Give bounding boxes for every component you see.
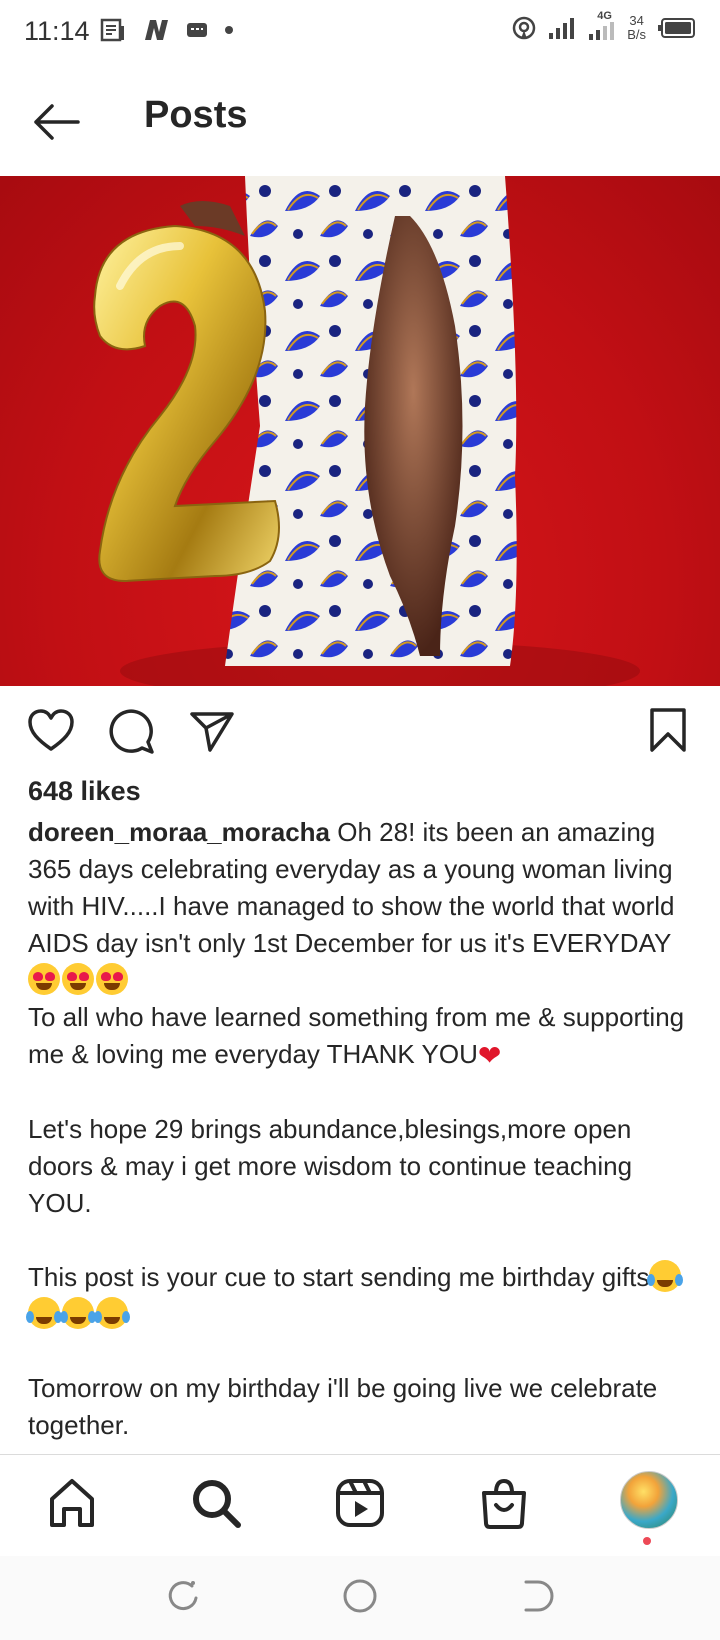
status-time: 11:14 (24, 16, 90, 46)
red-heart-emoji-icon: ❤ (477, 1040, 502, 1071)
laughing-emoji-icon (26, 1297, 62, 1329)
caption-text-4: This post is your cue to start sending m… (28, 1262, 650, 1292)
shop-icon[interactable] (476, 1475, 532, 1531)
bottom-nav (0, 1454, 720, 1555)
heart-eyes-emoji-icon (96, 963, 128, 995)
message-icon (187, 23, 207, 37)
laughing-emoji-icon (647, 1260, 684, 1292)
network-type: 4G (597, 10, 612, 22)
system-nav-bar (0, 1556, 720, 1640)
heart-eyes-emoji-icon (62, 963, 94, 995)
reels-icon[interactable] (332, 1475, 388, 1531)
app-bar: Posts (0, 66, 720, 176)
post-photo[interactable] (0, 176, 720, 686)
home-system-icon[interactable] (342, 1578, 378, 1614)
system-icons: 4G 34 B/s (511, 10, 696, 42)
post-caption: doreen_moraa_moracha Oh 28! its been an … (26, 814, 698, 1444)
notification-icons (100, 18, 234, 42)
share-icon[interactable] (188, 706, 236, 756)
battery-icon (658, 18, 695, 38)
heart-eyes-emoji-icon (28, 963, 60, 995)
hotspot-icon (512, 16, 536, 40)
laughing-emoji-icon (94, 1297, 130, 1329)
caption-text-2: To all who have learned something from m… (28, 1002, 692, 1069)
net-speed: 34 B/s (627, 14, 646, 42)
profile-avatar[interactable] (620, 1471, 678, 1529)
notification-dot-icon (643, 1537, 651, 1545)
heart-icon[interactable] (26, 706, 76, 756)
dot-icon (225, 26, 233, 34)
recents-icon[interactable] (166, 1578, 202, 1614)
post-actions (0, 700, 720, 770)
back-arrow-icon[interactable] (30, 96, 82, 148)
net-speed-value: 34 (629, 13, 644, 28)
status-bar: 11:14 4G 34 B/s (0, 0, 720, 66)
news-icon (100, 18, 124, 42)
caption-text-5: Tomorrow on my birthday i'll be going li… (28, 1373, 665, 1440)
net-speed-unit: B/s (627, 27, 646, 42)
caption-username[interactable]: doreen_moraa_moracha (28, 817, 330, 847)
signal-icon (549, 18, 575, 39)
likes-count[interactable]: 648 likes (28, 776, 141, 807)
home-icon[interactable] (44, 1475, 100, 1531)
page-title: Posts (144, 94, 248, 136)
caption-text-3: Let's hope 29 brings abundance,blesings,… (28, 1114, 639, 1218)
search-icon[interactable] (188, 1475, 244, 1531)
post-photo-illustration (93, 176, 640, 686)
back-system-icon[interactable] (518, 1578, 554, 1614)
comment-icon[interactable] (108, 706, 156, 756)
bookmark-icon[interactable] (648, 706, 688, 756)
laughing-emoji-icon (60, 1297, 96, 1329)
signal-4g-icon: 4G (587, 10, 617, 42)
n-app-icon (145, 20, 168, 40)
